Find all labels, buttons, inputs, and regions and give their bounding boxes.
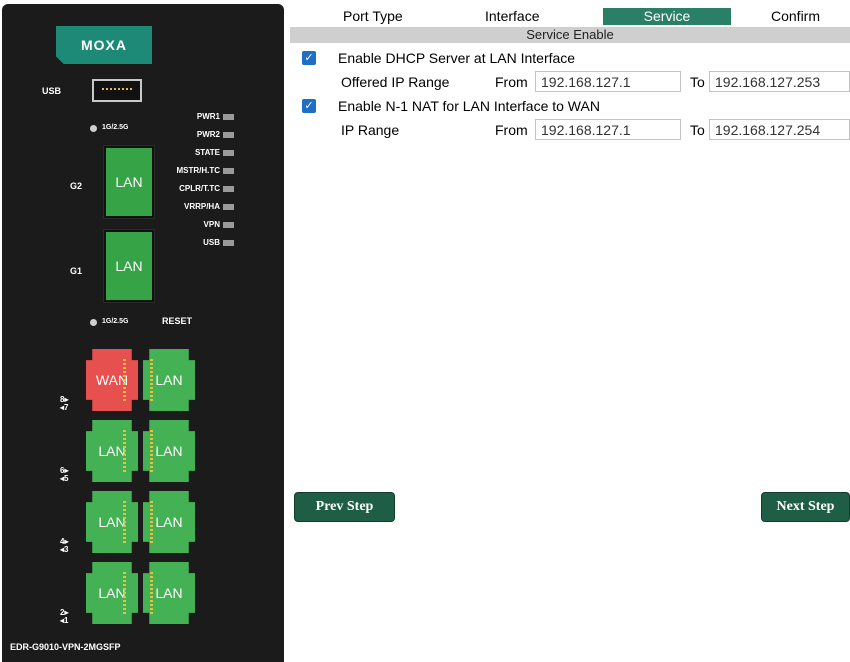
reset-label: RESET — [162, 316, 193, 326]
port-5-lan: LAN — [143, 420, 195, 482]
nat-from-label: From — [495, 122, 528, 138]
step-service[interactable]: Service — [603, 8, 731, 25]
port-number-label: 6▸ ◂5 — [60, 466, 69, 483]
port-1-lan: LAN — [143, 562, 195, 624]
port-3-lan: LAN — [143, 491, 195, 553]
port-number-label: 4▸ ◂3 — [60, 537, 69, 554]
dhcp-from-input[interactable]: 192.168.127.1 — [535, 71, 681, 92]
port-7-lan: LAN — [143, 349, 195, 411]
nat-range-label: IP Range — [341, 122, 400, 138]
port-4-lan: LAN — [86, 491, 138, 553]
speed-label: 1G/2.5G — [102, 318, 129, 325]
nat-to-label: To — [690, 122, 705, 138]
nat-enable-checkbox[interactable]: ✓ — [302, 99, 316, 113]
moxa-logo: MOXA — [56, 26, 152, 64]
dhcp-enable-label: Enable DHCP Server at LAN Interface — [338, 50, 576, 66]
led-indicator — [223, 240, 234, 246]
sfp-port-name-g1: G1 — [70, 266, 83, 276]
port-8-wan: WAN — [86, 349, 138, 411]
dhcp-enable-checkbox[interactable]: ✓ — [302, 51, 316, 65]
speed-indicator-dot — [90, 319, 97, 326]
step-interface[interactable]: Interface — [485, 8, 539, 25]
led-pwr2: PWR2 — [130, 130, 234, 142]
led-indicator — [223, 150, 234, 156]
led-indicator — [223, 186, 234, 192]
port-6-lan: LAN — [86, 420, 138, 482]
led-indicator — [223, 168, 234, 174]
speed-label: 1G/2.5G — [102, 124, 129, 131]
step-confirm[interactable]: Confirm — [771, 8, 820, 25]
sfp-port-g2: LAN — [103, 145, 155, 219]
usb-label: USB — [42, 86, 62, 96]
step-port-type[interactable]: Port Type — [343, 8, 403, 25]
port-number-label: 8▸ ◂7 — [60, 395, 69, 412]
device-front-panel: MOXA USB PWR1 PWR2 STATE MSTR/H.TC CPLR/… — [2, 4, 284, 662]
next-step-button[interactable]: Next Step — [761, 492, 850, 522]
usb-port — [92, 79, 142, 102]
port-number-label: 2▸ ◂1 — [60, 608, 69, 625]
dhcp-from-label: From — [495, 74, 528, 90]
dhcp-to-label: To — [690, 74, 705, 90]
nat-from-input[interactable]: 192.168.127.1 — [535, 119, 681, 140]
sfp-port-name-g2: G2 — [70, 181, 83, 191]
speed-indicator-dot — [90, 125, 97, 132]
nat-to-input[interactable]: 192.168.127.254 — [709, 119, 850, 140]
device-model-label: EDR-G9010-VPN-2MGSFP — [10, 642, 121, 652]
port-2-lan: LAN — [86, 562, 138, 624]
wizard-steps: Port Type Interface Service Confirm — [290, 8, 850, 25]
nat-enable-label: Enable N-1 NAT for LAN Interface to WAN — [338, 98, 600, 114]
section-title: Service Enable — [290, 27, 850, 43]
prev-step-button[interactable]: Prev Step — [294, 492, 395, 522]
led-indicator — [223, 204, 234, 210]
led-indicator — [223, 114, 234, 120]
led-indicator — [223, 132, 234, 138]
led-indicator — [223, 222, 234, 228]
dhcp-to-input[interactable]: 192.168.127.253 — [709, 71, 850, 92]
dhcp-range-label: Offered IP Range — [341, 74, 450, 90]
led-pwr1: PWR1 — [130, 112, 234, 124]
sfp-port-g1: LAN — [103, 229, 155, 303]
